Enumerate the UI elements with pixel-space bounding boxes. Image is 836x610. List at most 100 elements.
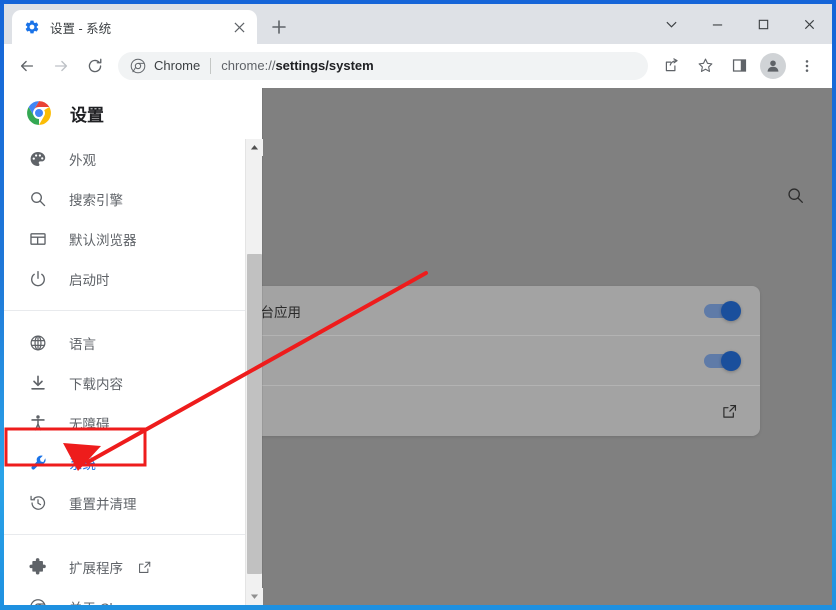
bookmark-button[interactable]	[691, 52, 719, 80]
menu-divider	[4, 310, 262, 311]
tab-search-button[interactable]	[648, 4, 694, 44]
forward-button[interactable]	[47, 52, 75, 80]
sidebar-item-label: 默认浏览器	[69, 233, 137, 248]
toggle-knob	[721, 300, 741, 321]
chevron-down-icon	[665, 21, 677, 28]
reload-button[interactable]	[81, 52, 109, 80]
setting-label: 用)	[220, 351, 704, 371]
tab-title: 设置 - 系统	[50, 21, 112, 36]
side-panel-icon	[732, 59, 746, 72]
setting-row-external[interactable]	[200, 386, 760, 436]
sidebar-item-system[interactable]: 系统	[4, 443, 262, 483]
profile-avatar[interactable]	[760, 52, 786, 79]
setting-row-background-apps[interactable]: 运行后台应用	[200, 286, 760, 336]
sidebar-item-downloads[interactable]: 下载内容	[4, 363, 262, 403]
browser-window-icon	[28, 229, 48, 249]
back-button[interactable]	[13, 52, 41, 80]
maximize-icon	[758, 19, 768, 29]
setting-label: 运行后台应用	[220, 301, 704, 321]
sidebar-item-languages[interactable]: 语言	[4, 323, 262, 363]
chrome-outline-icon	[28, 597, 48, 605]
address-bar[interactable]: Chrome chrome://settings/system	[118, 51, 648, 80]
minimize-button[interactable]	[694, 4, 740, 44]
sidebar-scrollbar[interactable]	[245, 139, 263, 605]
external-link-icon[interactable]	[137, 560, 152, 575]
sidebar-item-label: 启动时	[69, 273, 110, 288]
plus-icon	[272, 20, 286, 34]
side-panel-button[interactable]	[725, 52, 753, 80]
browser-tab[interactable]: 设置 - 系统	[12, 10, 257, 44]
close-icon	[233, 21, 245, 33]
history-restore-icon	[28, 493, 48, 513]
puzzle-icon	[28, 557, 48, 577]
window-controls	[648, 4, 832, 44]
scrollbar-thumb[interactable]	[247, 254, 262, 574]
accessibility-icon	[28, 413, 48, 433]
sidebar-item-label: 扩展程序	[69, 561, 123, 576]
chrome-logo-icon	[27, 101, 51, 125]
sidebar-item-label: 下载内容	[69, 377, 123, 392]
tab-strip: 设置 - 系统	[4, 4, 832, 44]
scrollbar-up-button[interactable]	[246, 139, 263, 156]
setting-row-secondary[interactable]: 用)	[200, 336, 760, 386]
sidebar-item-accessibility[interactable]: 无障碍	[4, 403, 262, 443]
browser-menu-button[interactable]	[793, 52, 821, 80]
share-icon	[665, 58, 678, 72]
browser-window: 设置 - 系统 Chrome chrome://settings/system …	[4, 4, 832, 605]
browser-toolbar: Chrome chrome://settings/system	[4, 44, 832, 88]
settings-title: 设置	[70, 105, 104, 125]
settings-content-card: 运行后台应用 用)	[200, 286, 760, 436]
share-button[interactable]	[657, 52, 685, 80]
search-icon	[788, 188, 804, 204]
palette-icon	[28, 149, 48, 169]
new-tab-button[interactable]	[266, 14, 292, 40]
settings-sidebar: 设置 外观 搜索引擎 默认浏览器 启动时 语言 下载内容 无障碍 系统 重置并清…	[4, 88, 263, 605]
sidebar-item-appearance[interactable]: 外观	[4, 139, 262, 179]
chrome-logo-icon	[130, 58, 146, 73]
sidebar-item-about-chrome[interactable]: 关于 Chrome	[4, 587, 262, 605]
search-icon	[28, 189, 48, 209]
omnibox-divider	[210, 57, 212, 74]
triangle-up-icon	[250, 145, 259, 150]
three-dot-menu-icon	[805, 59, 809, 72]
globe-icon	[28, 333, 48, 353]
settings-page: 运行后台应用 用)	[4, 88, 832, 605]
omnibox-url: chrome://settings/system	[221, 58, 373, 73]
close-window-button[interactable]	[786, 4, 832, 44]
person-icon	[767, 59, 779, 72]
sidebar-item-label: 语言	[69, 337, 96, 352]
sidebar-item-label: 无障碍	[69, 417, 110, 432]
forward-arrow-icon	[54, 60, 68, 71]
external-link-icon[interactable]	[721, 403, 738, 420]
toggle-switch[interactable]	[704, 350, 741, 371]
sidebar-item-search-engine[interactable]: 搜索引擎	[4, 179, 262, 219]
sidebar-item-label: 关于 Chrome	[69, 597, 148, 605]
minimize-icon	[712, 23, 722, 26]
sidebar-item-label: 系统	[69, 457, 96, 472]
settings-search-button[interactable]	[786, 186, 805, 210]
omnibox-url-path: settings/system	[275, 58, 374, 73]
sidebar-item-extensions[interactable]: 扩展程序	[4, 547, 262, 587]
settings-header: 设置	[4, 88, 262, 139]
sidebar-item-default-browser[interactable]: 默认浏览器	[4, 219, 262, 259]
menu-divider	[4, 534, 262, 535]
sidebar-item-on-startup[interactable]: 启动时	[4, 259, 262, 299]
reload-icon	[88, 58, 102, 72]
scrollbar-down-button[interactable]	[246, 588, 263, 605]
tab-close-button[interactable]	[229, 17, 249, 37]
sidebar-item-label: 搜索引擎	[69, 193, 123, 208]
sidebar-item-label: 外观	[69, 153, 96, 168]
close-icon	[804, 19, 814, 29]
toggle-switch[interactable]	[704, 300, 741, 321]
maximize-button[interactable]	[740, 4, 786, 44]
settings-gear-icon	[25, 20, 39, 34]
omnibox-scheme-label: Chrome	[154, 58, 201, 73]
sidebar-item-reset-cleanup[interactable]: 重置并清理	[4, 483, 262, 523]
sidebar-item-label: 重置并清理	[69, 497, 137, 512]
settings-menu: 外观 搜索引擎 默认浏览器 启动时 语言 下载内容 无障碍 系统 重置并清理 扩…	[4, 139, 262, 605]
power-icon	[28, 269, 48, 289]
star-icon	[698, 58, 712, 73]
toggle-knob	[721, 350, 741, 371]
download-icon	[28, 373, 48, 393]
triangle-down-icon	[250, 594, 259, 599]
